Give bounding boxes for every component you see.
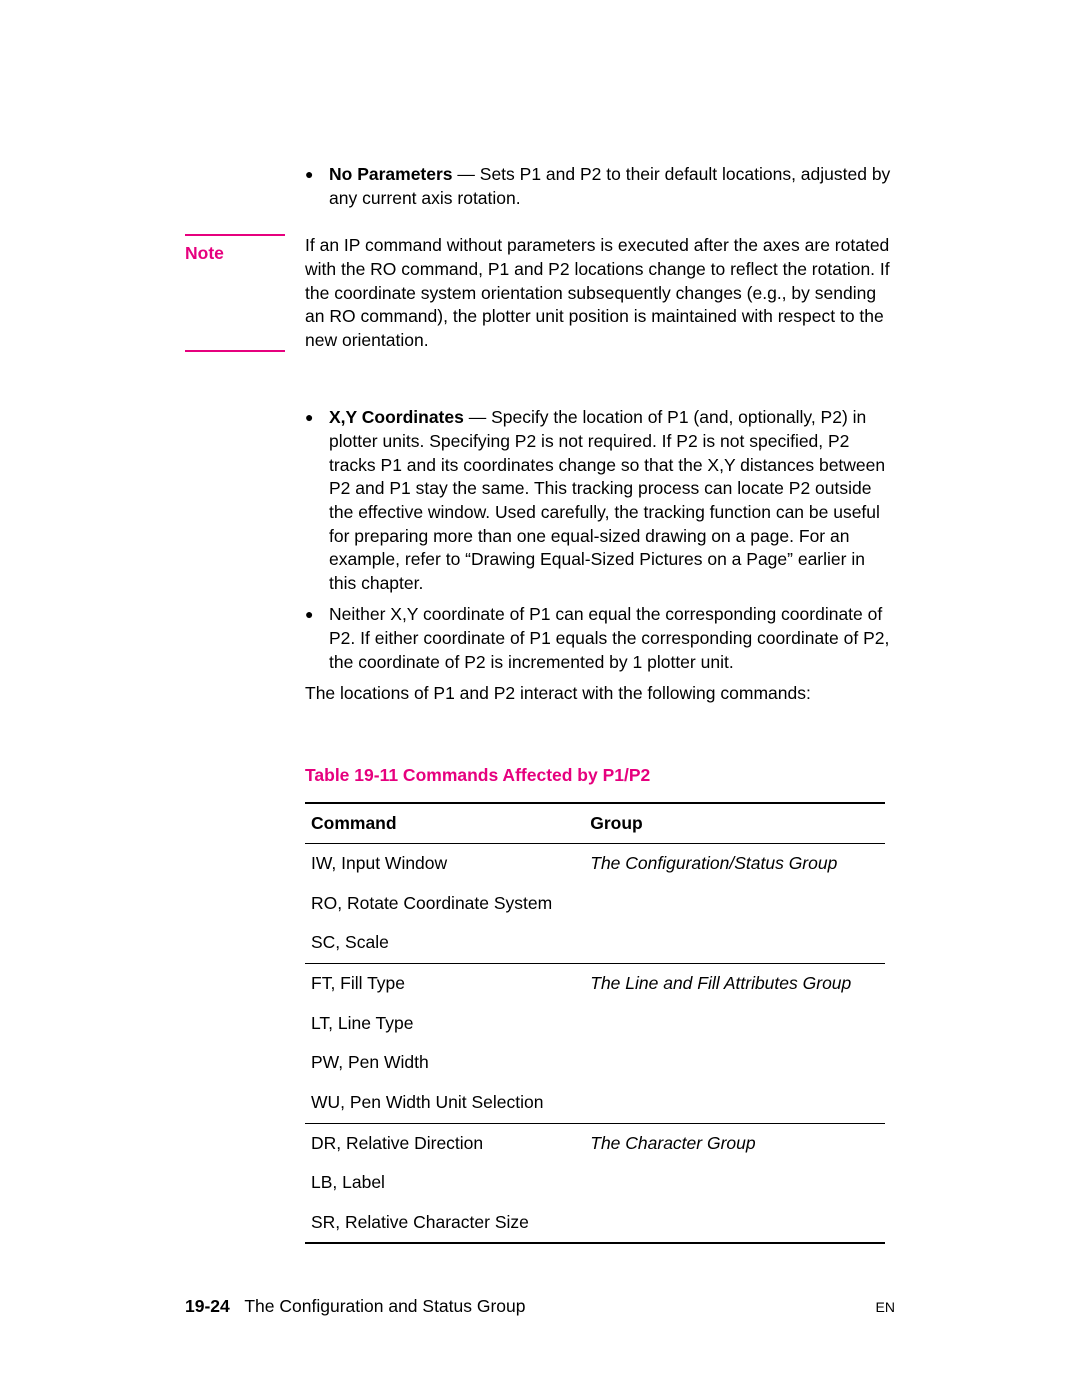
bullet-body: — Specify the location of P1 (and, optio… [329,407,885,592]
bullet-item-no-parameters: ● No Parameters — Sets P1 and P2 to thei… [185,163,895,210]
cell-command: PW, Pen Width [305,1043,584,1083]
cell-command: FT, Fill Type [305,964,584,1004]
cell-command: LT, Line Type [305,1004,584,1044]
table-header-command: Command [305,803,584,844]
bullet-label: No Parameters [329,164,453,184]
note-block: Note If an IP command without parameters… [185,224,895,362]
bullet-item-neither: ● Neither X,Y coordinate of P1 can equal… [185,603,895,674]
note-rule-bottom [185,350,285,352]
bullet-icon: ● [305,603,329,674]
note-rule-top [185,234,285,236]
cell-command: SR, Relative Character Size [305,1203,584,1244]
bullet-text: No Parameters — Sets P1 and P2 to their … [329,163,895,210]
note-label-column: Note [185,234,305,352]
commands-table: Command Group IW, Input Window The Confi… [305,802,885,1245]
cell-command: LB, Label [305,1163,584,1203]
footer-left: 19-24 The Configuration and Status Group [185,1295,526,1319]
table-row: LB, Label [305,1163,885,1203]
table-row: FT, Fill Type The Line and Fill Attribut… [305,964,885,1004]
cell-group: The Configuration/Status Group [584,844,885,884]
table-row: LT, Line Type [305,1004,885,1044]
page: ● No Parameters — Sets P1 and P2 to thei… [0,0,1080,1397]
footer-page-number: 19-24 [185,1296,230,1316]
cell-command: IW, Input Window [305,844,584,884]
table-row: DR, Relative Direction The Character Gro… [305,1123,885,1163]
paragraph-after-bullets: The locations of P1 and P2 interact with… [185,682,895,706]
bullet-text: Neither X,Y coordinate of P1 can equal t… [329,603,895,674]
table-row: RO, Rotate Coordinate System [305,884,885,924]
table-row: IW, Input Window The Configuration/Statu… [305,844,885,884]
page-footer: 19-24 The Configuration and Status Group… [185,1295,895,1319]
footer-right: EN [876,1298,895,1317]
bullet-item-xy-coordinates: ● X,Y Coordinates — Specify the location… [185,406,895,595]
cell-command: RO, Rotate Coordinate System [305,884,584,924]
cell-command: WU, Pen Width Unit Selection [305,1083,584,1123]
bullet-text: X,Y Coordinates — Specify the location o… [329,406,895,595]
note-body: If an IP command without parameters is e… [305,234,895,352]
note-label: Note [185,242,305,266]
bullet-icon: ● [305,163,329,210]
table-header-group: Group [584,803,885,844]
cell-command: SC, Scale [305,923,584,963]
cell-group: The Line and Fill Attributes Group [584,964,885,1004]
table-caption: Table 19-11 Commands Affected by P1/P2 [185,764,895,788]
cell-group: The Character Group [584,1123,885,1163]
table-row: SC, Scale [305,923,885,963]
table-row: SR, Relative Character Size [305,1203,885,1244]
table-header-row: Command Group [305,803,885,844]
table-row: PW, Pen Width [305,1043,885,1083]
footer-chapter: The Configuration and Status Group [244,1296,525,1316]
table-row: WU, Pen Width Unit Selection [305,1083,885,1123]
bullet-icon: ● [305,406,329,595]
bullet-label: X,Y Coordinates [329,407,464,427]
cell-command: DR, Relative Direction [305,1123,584,1163]
